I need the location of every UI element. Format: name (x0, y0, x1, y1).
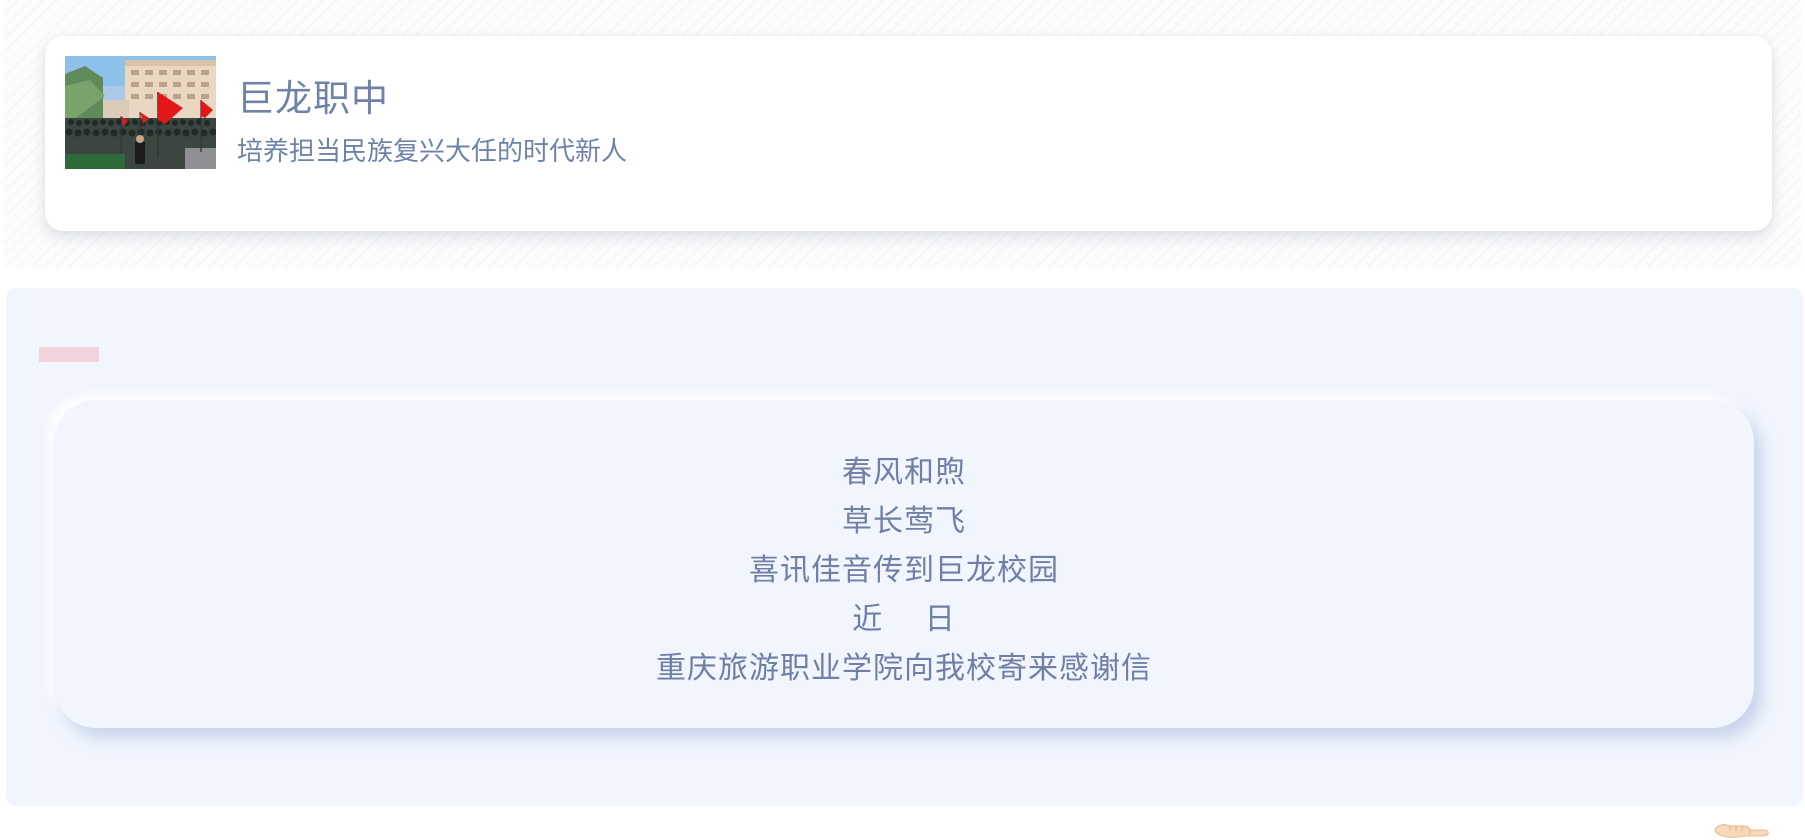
article-text-card: 春风和煦 草长莺飞 喜讯佳音传到巨龙校园 近 日 重庆旅游职业学院向我校寄来感谢… (54, 400, 1754, 728)
article-panel: 春风和煦 草长莺飞 喜讯佳音传到巨龙校园 近 日 重庆旅游职业学院向我校寄来感谢… (6, 288, 1803, 806)
article-line: 春风和煦 (842, 455, 966, 490)
article-text: 春风和煦 草长莺飞 喜讯佳音传到巨龙校园 近 日 重庆旅游职业学院向我校寄来感谢… (54, 448, 1754, 693)
profile-name: 巨龙职中 (237, 77, 389, 120)
pointing-hand-icon[interactable] (1714, 818, 1770, 840)
school-assembly-photo (65, 56, 216, 169)
profile-card[interactable]: 巨龙职中 培养担当民族复兴大任的时代新人 (45, 36, 1772, 231)
header-band: 巨龙职中 培养担当民族复兴大任的时代新人 (4, 0, 1801, 268)
accent-bar (39, 347, 99, 362)
page: 巨龙职中 培养担当民族复兴大任的时代新人 春风和煦 草长莺飞 喜讯佳音传到巨龙校… (0, 0, 1805, 840)
article-line: 草长莺飞 (842, 504, 966, 539)
article-line: 喜讯佳音传到巨龙校园 (749, 553, 1059, 588)
article-line: 重庆旅游职业学院向我校寄来感谢信 (656, 651, 1152, 686)
article-line: 近 日 (852, 602, 956, 637)
profile-motto: 培养担当民族复兴大任的时代新人 (237, 137, 628, 167)
